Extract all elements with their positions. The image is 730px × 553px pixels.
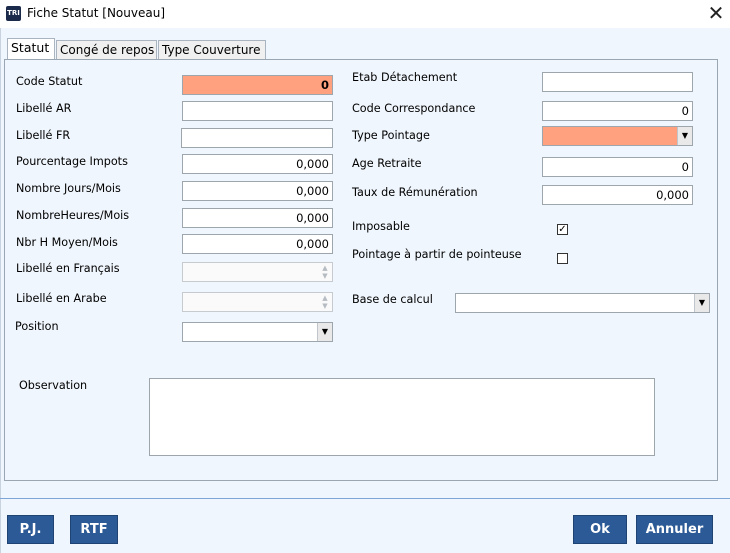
chevron-down-icon[interactable]: ▼ [317,323,332,341]
libelle-fr-label: Libellé FR [16,129,71,142]
pointage-pointeuse-label: Pointage à partir de pointeuse [352,248,522,261]
libelle-ar-label: Libellé AR [16,102,72,115]
pointage-pointeuse-checkbox[interactable] [557,253,568,264]
taux-remuneration-input[interactable]: 0,000 [542,185,693,205]
position-select[interactable]: ▼ [182,322,333,342]
base-calcul-select[interactable]: ▼ [455,293,710,313]
footer-separator [0,498,730,499]
code-correspondance-input[interactable]: 0 [542,101,693,121]
tab-statut[interactable]: Statut [7,38,55,60]
nombre-jours-input[interactable]: 0,000 [182,181,333,201]
tab-type-couverture[interactable]: Type Couverture [158,40,266,60]
etab-detachement-input[interactable] [542,72,693,92]
type-pointage-label: Type Pointage [352,129,430,142]
chevron-down-icon[interactable]: ▼ [677,127,692,145]
type-pointage-select[interactable]: ▼ [542,126,693,146]
observation-label: Observation [19,379,88,392]
code-correspondance-label: Code Correspondance [352,102,476,115]
ok-button[interactable]: Ok [573,515,627,544]
pj-button[interactable]: P.J. [7,515,54,544]
rtf-button[interactable]: RTF [70,515,118,544]
imposable-label: Imposable [352,220,410,233]
tab-conge-de-repos[interactable]: Congé de repos [56,40,157,60]
observation-textarea[interactable] [149,378,655,456]
app-logo-icon: TRI [6,6,21,21]
imposable-checkbox[interactable]: ✓ [557,224,568,235]
libelle-ar-input[interactable] [182,101,333,121]
nbr-h-moyen-label: Nbr H Moyen/Mois [16,236,118,249]
code-statut-label: Code Statut [16,75,83,88]
libelle-francais-input[interactable]: ▲ ▼ [182,262,333,282]
annuler-button[interactable]: Annuler [636,515,713,544]
spin-arrows-icon[interactable]: ▲ ▼ [320,294,330,311]
base-calcul-label: Base de calcul [352,293,433,306]
libelle-fr-input[interactable] [181,128,333,148]
age-retraite-input[interactable]: 0 [542,157,693,177]
pourcentage-impots-label: Pourcentage Impots [16,155,128,168]
pourcentage-impots-input[interactable]: 0,000 [182,154,333,174]
code-statut-input[interactable]: 0 [182,75,333,95]
libelle-arabe-input[interactable]: ▲ ▼ [182,292,333,312]
nombre-jours-label: Nombre Jours/Mois [16,182,121,195]
position-label: Position [15,320,59,333]
taux-remuneration-label: Taux de Rémunération [352,186,478,199]
libelle-arabe-label: Libellé en Arabe [16,292,107,305]
nombre-heures-label: NombreHeures/Mois [16,209,130,222]
chevron-down-icon[interactable]: ▼ [694,294,709,312]
close-icon[interactable]: ✕ [706,3,726,23]
window-title: Fiche Statut [Nouveau] [27,6,165,20]
age-retraite-label: Age Retraite [352,157,422,170]
title-bar: TRI Fiche Statut [Nouveau] ✕ [0,0,730,28]
nombre-heures-input[interactable]: 0,000 [182,208,333,228]
libelle-francais-label: Libellé en Français [16,262,120,275]
spin-arrows-icon[interactable]: ▲ ▼ [320,264,330,281]
etab-detachement-label: Etab Détachement [352,71,458,84]
nbr-h-moyen-input[interactable]: 0,000 [182,234,333,254]
